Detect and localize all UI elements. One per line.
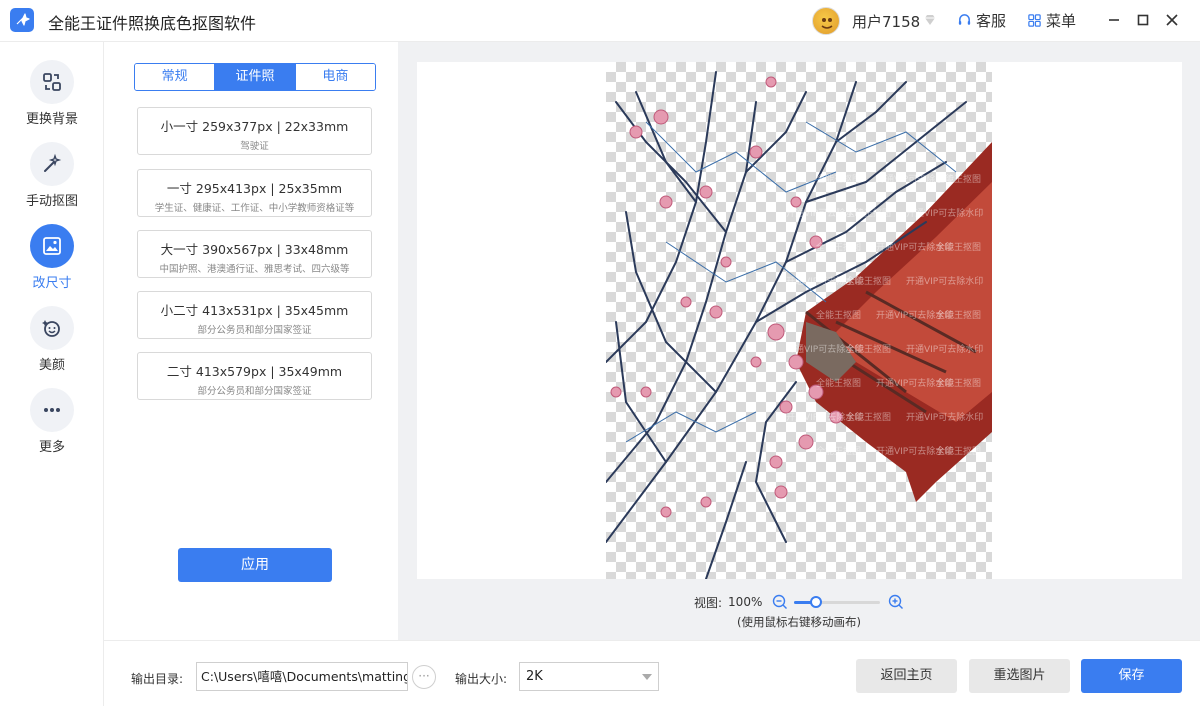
watermark-text: 全能王抠图 bbox=[936, 309, 981, 321]
resize-image-icon bbox=[30, 224, 74, 268]
output-dir-label: 输出目录: bbox=[131, 672, 184, 686]
bottom-bar: 输出目录: C:\Users\嘻嘻\Documents\matting_w ··… bbox=[104, 640, 1200, 706]
zoom-label: 视图: bbox=[694, 595, 723, 610]
menu-label: 菜单 bbox=[1046, 12, 1077, 30]
sidebar-item-label: 更换背景 bbox=[25, 112, 78, 127]
watermark-text: 全能王抠图 bbox=[936, 173, 981, 185]
watermark-text: 全能王抠图 bbox=[846, 207, 891, 219]
vip-diamond-icon[interactable] bbox=[922, 12, 938, 28]
output-size-label: 输出大小: bbox=[455, 672, 508, 686]
minimize-button[interactable] bbox=[1102, 8, 1126, 32]
sidebar-item-label: 美颜 bbox=[38, 358, 65, 373]
size-option-1inch[interactable]: 一寸 295x413px | 25x35mm 学生证、健康证、工作证、中小学教师… bbox=[137, 169, 372, 217]
size-option-title: 二寸 413x579px | 35x49mm bbox=[166, 364, 343, 379]
watermark-text: 全能王抠图 bbox=[816, 309, 861, 321]
watermark-text: 全能王抠图 bbox=[846, 411, 891, 423]
close-icon bbox=[1166, 14, 1178, 26]
size-option-small-2inch[interactable]: 小二寸 413x531px | 35x45mm 部分公务员和部分国家签证 bbox=[137, 291, 372, 339]
customer-service-button[interactable]: 客服 bbox=[957, 10, 1006, 31]
sidebar-item-resize[interactable]: 改尺寸 bbox=[0, 224, 104, 304]
save-button[interactable]: 保存 bbox=[1081, 659, 1182, 693]
zoom-out-icon[interactable] bbox=[772, 594, 788, 610]
watermark-text: 开通VIP可去除水印 bbox=[906, 275, 983, 287]
watermark-text: 全能王抠图 bbox=[816, 241, 861, 253]
sidebar-item-change-background[interactable]: 更换背景 bbox=[0, 60, 104, 140]
user-avatar[interactable] bbox=[812, 7, 840, 35]
size-option-title: 一寸 295x413px | 25x35mm bbox=[166, 181, 343, 196]
zoom-control: 视图: 100% bbox=[694, 594, 904, 610]
canvas[interactable]: 全能王抠图 开通VIP可去除水印 全能王抠图 开通VIP可去除水印 全能王抠图 开通VIP… bbox=[417, 62, 1182, 579]
sidebar-item-more[interactable]: 更多 bbox=[0, 388, 104, 468]
output-dir-input[interactable]: C:\Users\嘻嘻\Documents\matting_w bbox=[196, 662, 408, 691]
cutout-photo: 全能王抠图 开通VIP可去除水印全能王抠图开通VIP可去除水印全能王抠图 开通VIP… bbox=[606, 71, 992, 579]
back-home-button[interactable]: 返回主页 bbox=[856, 659, 957, 693]
size-option-large-1inch[interactable]: 大一寸 390x567px | 33x48mm 中国护照、港澳通行证、雅思考试、… bbox=[137, 230, 372, 278]
browse-folder-button[interactable]: ··· bbox=[412, 665, 436, 689]
zoom-in-icon[interactable] bbox=[888, 594, 904, 610]
menu-button[interactable]: 菜单 bbox=[1027, 10, 1076, 31]
app-title: 全能王证件照换底色抠图软件 bbox=[48, 14, 257, 33]
zoom-slider-thumb[interactable] bbox=[809, 596, 822, 608]
app-logo-icon bbox=[10, 8, 34, 32]
zoom-slider[interactable] bbox=[794, 594, 881, 610]
watermark-text: 开通VIP可去除水印 bbox=[906, 343, 983, 355]
canvas-hint: (使用鼠标右键移动画布) bbox=[737, 615, 861, 629]
sidebar: 更换背景 手动抠图 改尺寸 美颜 更多 bbox=[0, 42, 104, 706]
size-option-desc: 驾驶证 bbox=[240, 141, 269, 152]
size-option-title: 小一寸 259x377px | 22x33mm bbox=[160, 119, 349, 134]
title-bar: 全能王证件照换底色抠图软件 用户7158 客服 菜单 bbox=[0, 0, 1200, 42]
sidebar-item-beauty[interactable]: 美颜 bbox=[0, 306, 104, 386]
sidebar-item-label: 手动抠图 bbox=[25, 194, 78, 209]
apply-button[interactable]: 应用 bbox=[178, 548, 332, 582]
output-size-value: 2K bbox=[526, 669, 543, 684]
size-option-small-1inch[interactable]: 小一寸 259x377px | 22x33mm 驾驶证 bbox=[137, 107, 372, 155]
watermark-text: 开通VIP可去除水印 bbox=[906, 411, 983, 423]
size-panel: 常规 证件照 电商 小一寸 259x377px | 22x33mm 驾驶证 一寸… bbox=[104, 42, 398, 640]
close-button[interactable] bbox=[1160, 8, 1184, 32]
sidebar-item-label: 更多 bbox=[38, 440, 65, 455]
swap-background-icon bbox=[30, 60, 74, 104]
preview-image[interactable]: 全能王抠图 开通VIP可去除水印 全能王抠图 开通VIP可去除水印 全能王抠图 开通VIP… bbox=[606, 62, 992, 579]
magic-wand-icon bbox=[30, 142, 74, 186]
size-option-desc: 学生证、健康证、工作证、中小学教师资格证等 bbox=[154, 203, 355, 214]
chevron-down-icon bbox=[642, 674, 652, 680]
watermark-text: 全能王抠图 bbox=[846, 343, 891, 355]
tab-id-photo[interactable]: 证件照 bbox=[214, 64, 295, 90]
grid-icon bbox=[1028, 14, 1041, 27]
size-option-desc: 中国护照、港澳通行证、雅思考试、四六级等 bbox=[159, 264, 350, 275]
sidebar-item-manual-cutout[interactable]: 手动抠图 bbox=[0, 142, 104, 222]
size-option-title: 小二寸 413x531px | 35x45mm bbox=[160, 303, 349, 318]
size-option-2inch[interactable]: 二寸 413x579px | 35x49mm 部分公务员和部分国家签证 bbox=[137, 352, 372, 400]
more-dots-icon bbox=[30, 388, 74, 432]
watermark-text: 全能王抠图 bbox=[816, 173, 861, 185]
watermark-text: 全能王抠图 bbox=[846, 275, 891, 287]
size-category-tabs: 常规 证件照 电商 bbox=[134, 63, 376, 91]
size-option-title: 大一寸 390x567px | 33x48mm bbox=[160, 242, 349, 257]
reselect-image-button[interactable]: 重选图片 bbox=[969, 659, 1070, 693]
tab-general[interactable]: 常规 bbox=[135, 64, 215, 90]
maximize-icon bbox=[1137, 14, 1149, 26]
watermark-text: 全能王抠图 bbox=[936, 241, 981, 253]
watermark-text: 全能王抠图 bbox=[816, 377, 861, 389]
watermark-text: 开通VIP可去除水印 bbox=[906, 207, 983, 219]
watermark-text: 全能王抠图 bbox=[936, 377, 981, 389]
tab-ecommerce[interactable]: 电商 bbox=[294, 64, 375, 90]
watermark-text: 全能王抠图 bbox=[936, 445, 981, 457]
maximize-button[interactable] bbox=[1131, 8, 1155, 32]
sidebar-item-label: 改尺寸 bbox=[32, 276, 72, 291]
service-label: 客服 bbox=[976, 12, 1007, 30]
size-option-desc: 部分公务员和部分国家签证 bbox=[197, 386, 312, 397]
user-name[interactable]: 用户7158 bbox=[852, 11, 920, 32]
zoom-value: 100% bbox=[728, 595, 763, 609]
output-size-select[interactable]: 2K bbox=[519, 662, 659, 691]
minimize-icon bbox=[1109, 19, 1119, 21]
size-option-desc: 部分公务员和部分国家签证 bbox=[197, 325, 312, 336]
beauty-face-icon bbox=[30, 306, 74, 350]
canvas-area[interactable]: 全能王抠图 开通VIP可去除水印 全能王抠图 开通VIP可去除水印 全能王抠图 开通VIP… bbox=[398, 42, 1200, 640]
watermark-text: 全能王抠图 bbox=[816, 445, 861, 457]
headset-icon bbox=[958, 14, 971, 25]
